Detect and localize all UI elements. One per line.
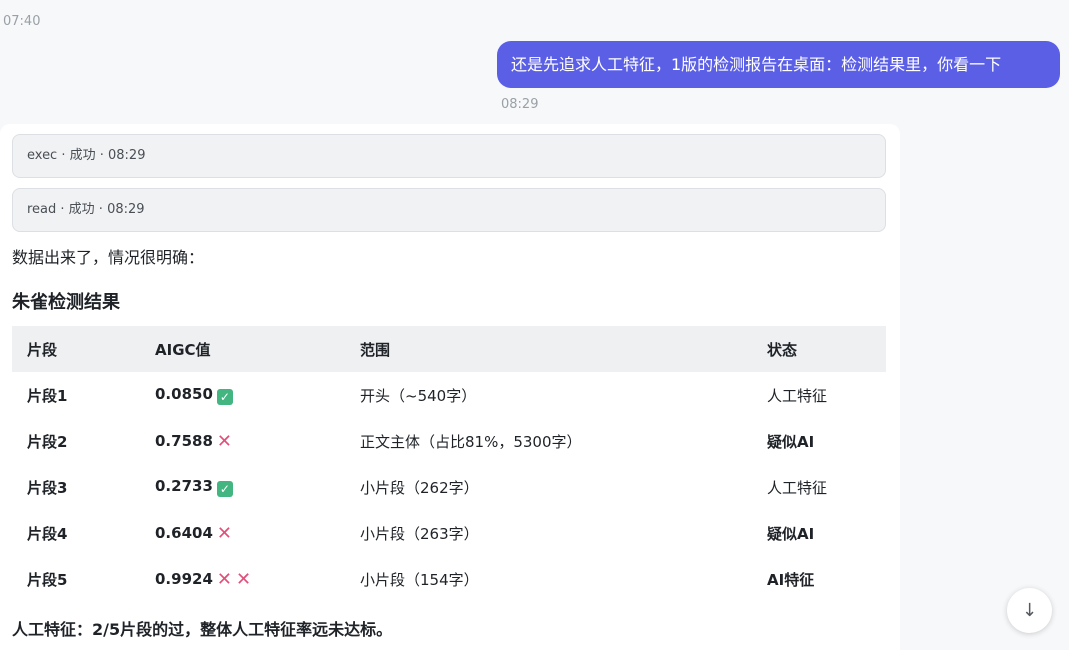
aigc-value: 0.0850 (155, 385, 213, 403)
range-cell: 小片段（154字） (360, 570, 479, 589)
summary-text: 人工特征：2/5片段的过，整体人工特征率远未达标。 (12, 620, 393, 639)
aigc-cell: 0.9924 ✕ ✕ (140, 556, 345, 602)
status-cell: 疑似AI (767, 432, 815, 451)
user-message-timestamp: 08:29 (501, 97, 539, 112)
segment-cell: 片段1 (27, 386, 68, 405)
cross-icon: ✕ (216, 568, 232, 590)
table-row: 片段3 0.2733 ✓ 小片段（262字） 人工特征 (12, 464, 886, 510)
aigc-value: 0.2733 (155, 477, 213, 495)
aigc-value: 0.9924 (155, 569, 213, 588)
arrow-down-icon: ↓ (1021, 600, 1038, 621)
table-row: 片段5 0.9924 ✕ ✕ 小片段（154字） AI特征 (12, 556, 886, 602)
segment-cell: 片段4 (27, 524, 68, 543)
table-row: 片段4 0.6404 ✕ 小片段（263字） 疑似AI (12, 510, 886, 556)
status-cell: 人工特征 (767, 478, 828, 497)
header-range: 范围 (345, 326, 752, 372)
assistant-message: exec · 成功 · 08:29 read · 成功 · 08:29 数据出来… (0, 124, 900, 650)
check-icon: ✓ (216, 389, 233, 405)
segment-cell: 片段5 (27, 570, 68, 589)
scroll-to-bottom-button[interactable]: ↓ (1007, 588, 1052, 633)
tool-call-read[interactable]: read · 成功 · 08:29 (12, 188, 886, 232)
user-message-area: 07:40 还是先追求人工特征，1版的检测报告在桌面：检测结果里，你看一下 08… (0, 0, 1060, 124)
aigc-value: 0.7588 (155, 431, 213, 450)
aigc-cell: 0.2733 ✓ (140, 464, 345, 510)
user-message-bubble: 还是先追求人工特征，1版的检测报告在桌面：检测结果里，你看一下 (497, 41, 1060, 88)
cross-icon: ✕ (216, 430, 232, 452)
header-segment: 片段 (12, 326, 140, 372)
header-status: 状态 (752, 326, 886, 372)
range-cell: 正文主体（占比81%，5300字） (360, 432, 582, 451)
cross-icon: ✕ (235, 568, 252, 590)
aigc-cell: 0.7588 ✕ (140, 418, 345, 464)
table-row: 片段2 0.7588 ✕ 正文主体（占比81%，5300字） 疑似AI (12, 418, 886, 464)
aigc-cell: 0.0850 ✓ (140, 372, 345, 418)
segment-cell: 片段2 (27, 432, 68, 451)
segment-cell: 片段3 (27, 478, 68, 497)
cross-icon: ✕ (216, 522, 232, 544)
range-cell: 小片段（263字） (360, 524, 479, 543)
chat-window: 07:40 还是先追求人工特征，1版的检测报告在桌面：检测结果里，你看一下 08… (0, 0, 1069, 650)
detection-results-table: 片段 AIGC值 范围 状态 片段1 0.0850 ✓ 开头（~540字） 人工特征 片段… (12, 326, 886, 602)
section-title: 朱雀检测结果 (12, 292, 120, 313)
header-aigc: AIGC值 (140, 326, 345, 372)
check-icon: ✓ (216, 481, 233, 497)
status-cell: 疑似AI (767, 524, 815, 543)
status-cell: 人工特征 (767, 386, 828, 405)
timestamp: 07:40 (3, 14, 41, 29)
range-cell: 小片段（262字） (360, 478, 479, 497)
range-cell: 开头（~540字） (360, 386, 477, 405)
tool-call-exec[interactable]: exec · 成功 · 08:29 (12, 134, 886, 178)
status-cell: AI特征 (767, 570, 815, 589)
aigc-value: 0.6404 (155, 523, 213, 542)
table-header-row: 片段 AIGC值 范围 状态 (12, 326, 886, 372)
assistant-intro-text: 数据出来了，情况很明确： (12, 248, 205, 267)
aigc-cell: 0.6404 ✕ (140, 510, 345, 556)
table-row: 片段1 0.0850 ✓ 开头（~540字） 人工特征 (12, 372, 886, 418)
